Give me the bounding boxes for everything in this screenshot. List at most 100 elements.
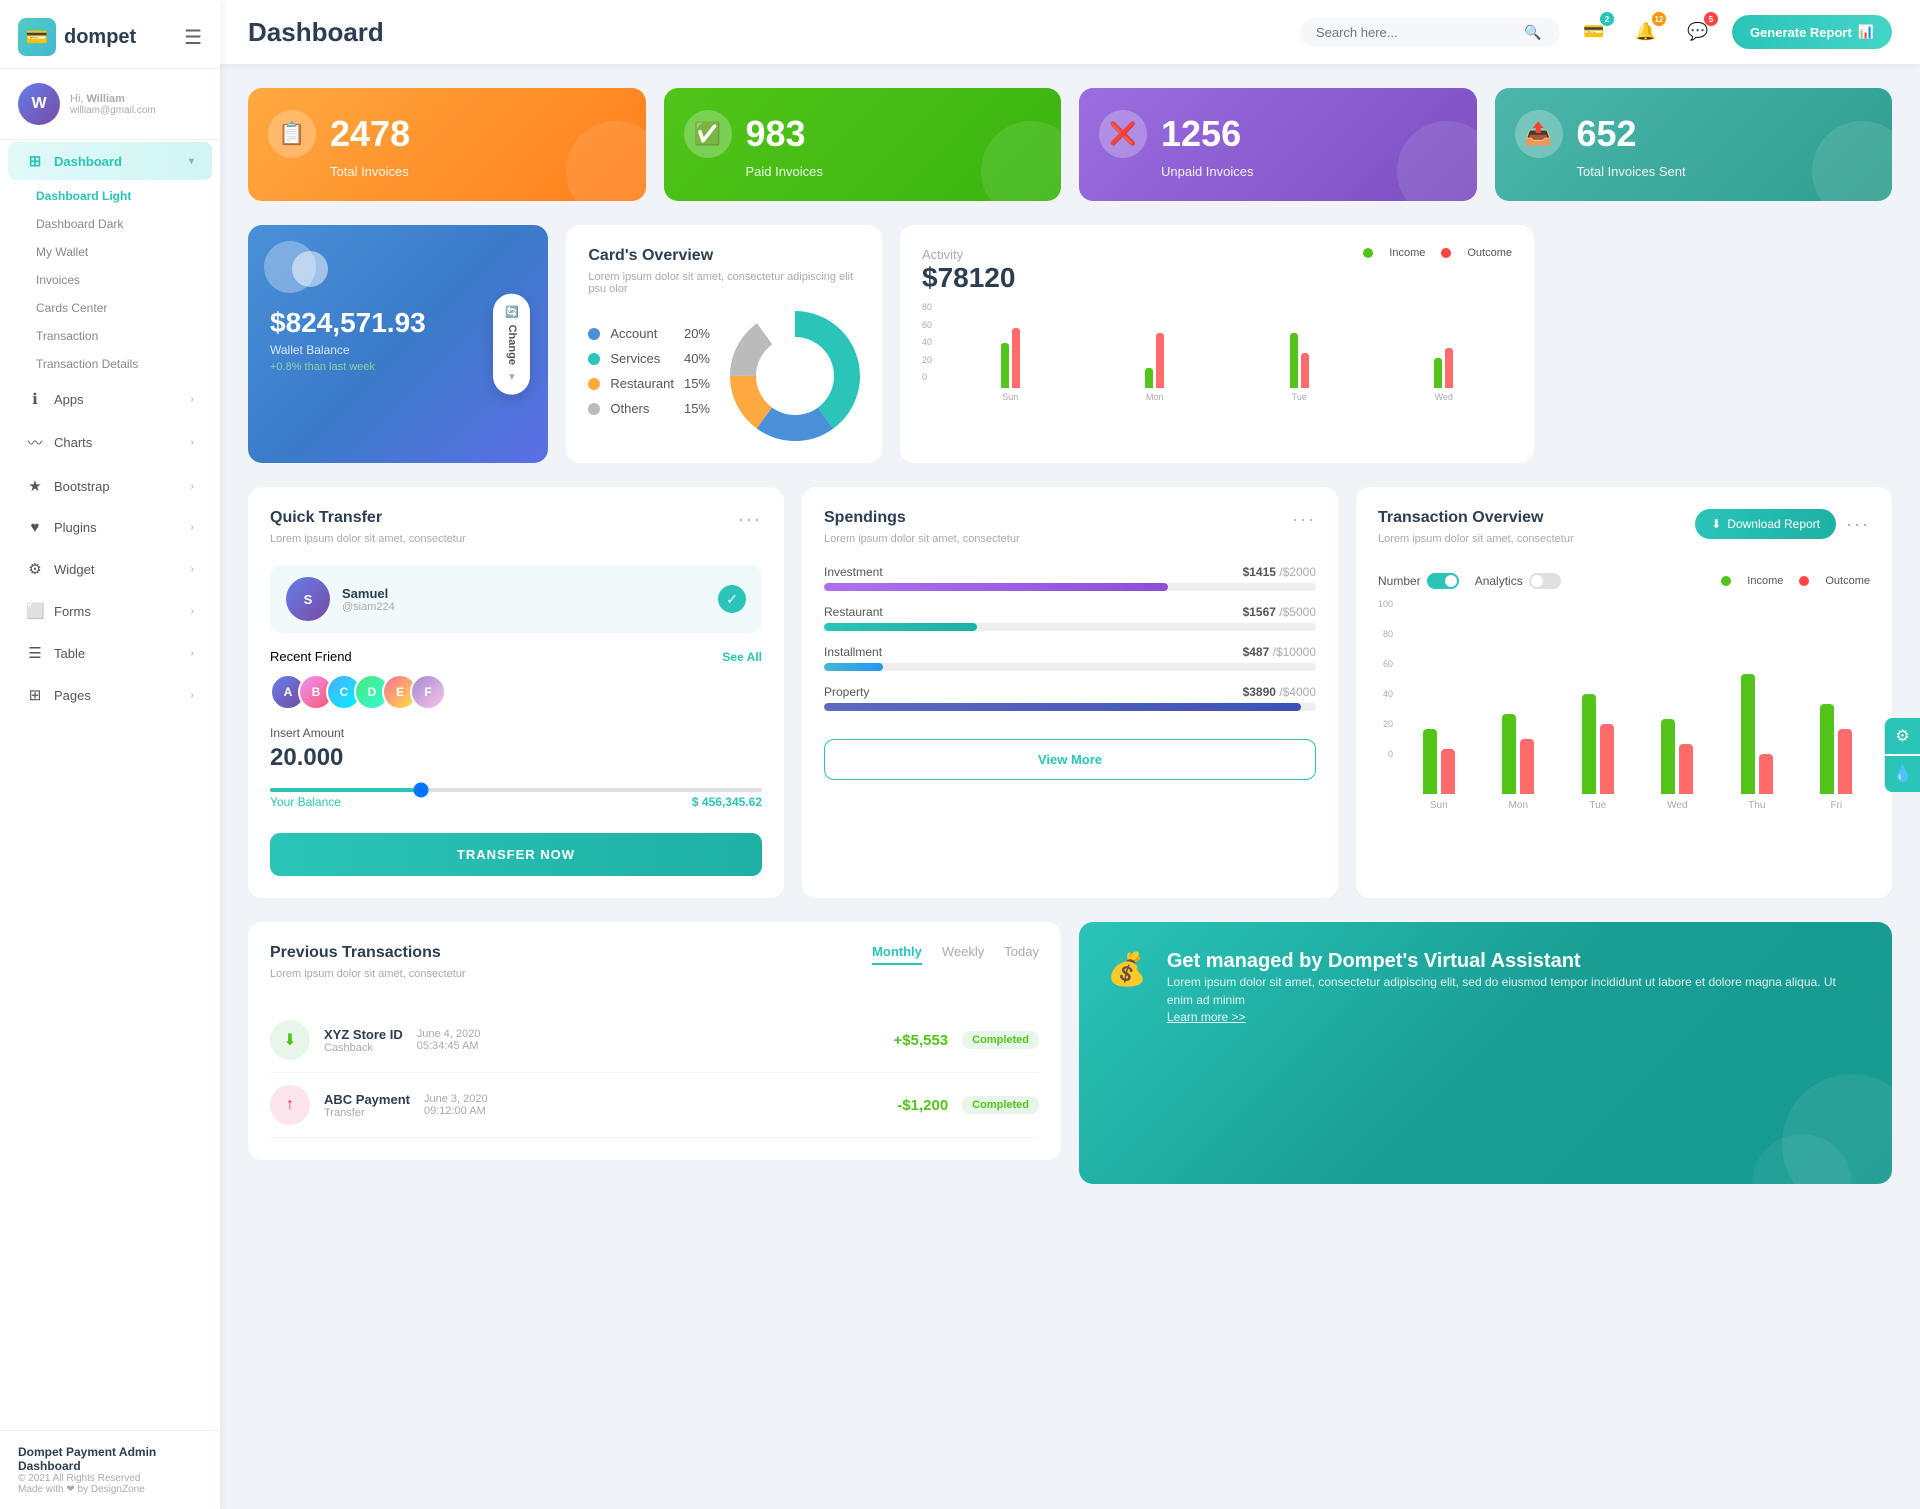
amount-label: Insert Amount — [270, 726, 762, 740]
sun-label: Sun — [1002, 392, 1018, 402]
apps-label: Apps — [54, 392, 181, 407]
search-input[interactable] — [1316, 25, 1516, 40]
download-report-button[interactable]: ⬇ Download Report — [1695, 509, 1836, 539]
big-chart-container: 100 80 60 40 20 0 Sun — [1378, 599, 1870, 811]
tab-weekly[interactable]: Weekly — [942, 944, 984, 965]
sidebar-item-charts[interactable]: 〰 Charts › — [8, 422, 212, 463]
chat-icon-btn[interactable]: 💬 5 — [1680, 14, 1716, 50]
dashboard-icon: ⊞ — [26, 152, 44, 170]
tx-amount: +$5,553 — [894, 1032, 949, 1049]
amount-value: 20.000 — [270, 744, 762, 772]
water-panel-button[interactable]: 💧 — [1884, 756, 1920, 792]
number-toggle-switch[interactable] — [1427, 573, 1459, 589]
header: Dashboard 🔍 💳 2 🔔 12 💬 5 Generate Report… — [220, 0, 1920, 64]
change-button[interactable]: 🔄 Change ▾ — [493, 294, 530, 395]
total-invoices-icon: 📋 — [268, 110, 316, 158]
unpaid-invoices-icon: ❌ — [1099, 110, 1147, 158]
settings-panel-button[interactable]: ⚙ — [1884, 718, 1920, 754]
transaction-overview-title: Transaction Overview — [1378, 509, 1574, 527]
amount-slider[interactable] — [270, 788, 762, 792]
sidebar-item-bootstrap[interactable]: ★ Bootstrap › — [8, 467, 212, 505]
to-tue-income — [1582, 694, 1596, 794]
pie-chart — [730, 311, 860, 441]
bar-group-wed: Wed — [1376, 308, 1513, 402]
plugins-icon: ♥ — [26, 519, 44, 536]
tue-outcome-bar — [1301, 353, 1309, 388]
tab-today[interactable]: Today — [1004, 944, 1039, 965]
sidebar-item-forms[interactable]: ⬜ Forms › — [8, 592, 212, 630]
table-row: ⬇ XYZ Store ID Cashback June 4, 202005:3… — [270, 1008, 1039, 1073]
sidebar-item-dashboard[interactable]: ⊞ Dashboard ▾ — [8, 142, 212, 180]
sidebar-item-my-wallet[interactable]: My Wallet — [36, 238, 220, 266]
sidebar-item-plugins[interactable]: ♥ Plugins › — [8, 509, 212, 546]
wallet-icon-btn[interactable]: 💳 2 — [1576, 14, 1612, 50]
services-pct: 40% — [684, 351, 710, 366]
overview-item-services: Services 40% — [588, 351, 710, 366]
bottom-row-1: Quick Transfer Lorem ipsum dolor sit ame… — [248, 487, 1892, 898]
sidebar-item-apps[interactable]: ℹ Apps › — [8, 380, 212, 418]
big-bar-tue: Tue — [1564, 634, 1632, 811]
sidebar-item-invoices[interactable]: Invoices — [36, 266, 220, 294]
sidebar-item-transaction[interactable]: Transaction — [36, 322, 220, 350]
bell-icon-btn[interactable]: 🔔 12 — [1628, 14, 1664, 50]
generate-report-button[interactable]: Generate Report 📊 — [1732, 15, 1892, 49]
tx-name: XYZ Store ID — [324, 1027, 403, 1042]
sidebar-item-widget[interactable]: ⚙ Widget › — [8, 550, 212, 588]
quick-transfer-menu[interactable]: ··· — [738, 509, 762, 530]
analytics-toggle-switch[interactable] — [1529, 573, 1561, 589]
footer-title: Dompet Payment Admin Dashboard — [18, 1445, 202, 1473]
plugins-label: Plugins — [54, 520, 181, 535]
tx-info-2: ABC Payment Transfer — [324, 1092, 410, 1119]
investment-progress — [824, 583, 1168, 591]
big-bar-sun: Sun — [1405, 634, 1473, 811]
transaction-controls: Number Analytics Income Outcome — [1378, 573, 1870, 589]
prev-tx-title: Previous Transactions — [270, 944, 466, 962]
settings-icon: ⚙ — [1895, 726, 1909, 746]
friend-avatar-6[interactable]: F — [410, 674, 446, 710]
account-dot — [588, 328, 600, 340]
header-icons: 💳 2 🔔 12 💬 5 — [1576, 14, 1716, 50]
sidebar-item-table[interactable]: ☰ Table › — [8, 634, 212, 672]
income-legend-label: Income — [1389, 247, 1425, 259]
mon-income-bar — [1145, 368, 1153, 388]
va-learn-more[interactable]: Learn more >> — [1167, 1010, 1246, 1024]
transaction-overview-menu[interactable]: ··· — [1846, 514, 1870, 535]
big-bar-chart: Sun Mon — [1405, 611, 1870, 811]
to-sun-label: Sun — [1430, 800, 1448, 811]
tab-monthly[interactable]: Monthly — [872, 944, 922, 965]
bell-badge: 12 — [1652, 12, 1666, 26]
transfer-now-button[interactable]: TRANSFER NOW — [270, 833, 762, 876]
outcome-legend-label: Outcome — [1467, 247, 1512, 259]
spendings-menu[interactable]: ··· — [1292, 509, 1316, 530]
restaurant-pct: 15% — [684, 376, 710, 391]
avatar: W — [18, 83, 60, 125]
others-pct: 15% — [684, 401, 710, 416]
sidebar-item-dashboard-light[interactable]: Dashboard Light — [36, 182, 220, 210]
sidebar-item-cards-center[interactable]: Cards Center — [36, 294, 220, 322]
number-toggle: Number — [1378, 573, 1459, 589]
stat-paid-invoices: ✅ 983 Paid Invoices — [664, 88, 1062, 201]
table-arrow: › — [191, 648, 194, 659]
sidebar-item-dashboard-dark[interactable]: Dashboard Dark — [36, 210, 220, 238]
recent-friends: Recent Friend See All A B C D E F — [270, 649, 762, 710]
sidebar-footer: Dompet Payment Admin Dashboard © 2021 Al… — [0, 1430, 220, 1509]
restaurant-progress — [824, 623, 977, 631]
activity-amount: $78120 — [922, 262, 1015, 294]
hamburger-menu[interactable]: ☰ — [184, 25, 202, 50]
others-label: Others — [610, 401, 674, 416]
sidebar-item-pages[interactable]: ⊞ Pages › — [8, 676, 212, 714]
see-all-button[interactable]: See All — [722, 650, 762, 664]
user-email: william@gmail.com — [70, 105, 156, 116]
widget-label: Widget — [54, 562, 181, 577]
spendings-subtitle: Lorem ipsum dolor sit amet, consectetur — [824, 533, 1020, 545]
forms-icon: ⬜ — [26, 602, 44, 620]
big-bar-mon: Mon — [1485, 634, 1553, 811]
wallet-badge: 2 — [1600, 12, 1614, 26]
refresh-icon: 🔄 — [505, 306, 518, 319]
sidebar-item-transaction-details[interactable]: Transaction Details — [36, 350, 220, 378]
widget-icon: ⚙ — [26, 560, 44, 578]
bar-group-mon: Mon — [1087, 308, 1224, 402]
view-more-button[interactable]: View More — [824, 739, 1316, 780]
restaurant-amount: $1567 /$5000 — [1243, 605, 1316, 619]
unpaid-invoices-number: 1256 — [1161, 113, 1241, 155]
